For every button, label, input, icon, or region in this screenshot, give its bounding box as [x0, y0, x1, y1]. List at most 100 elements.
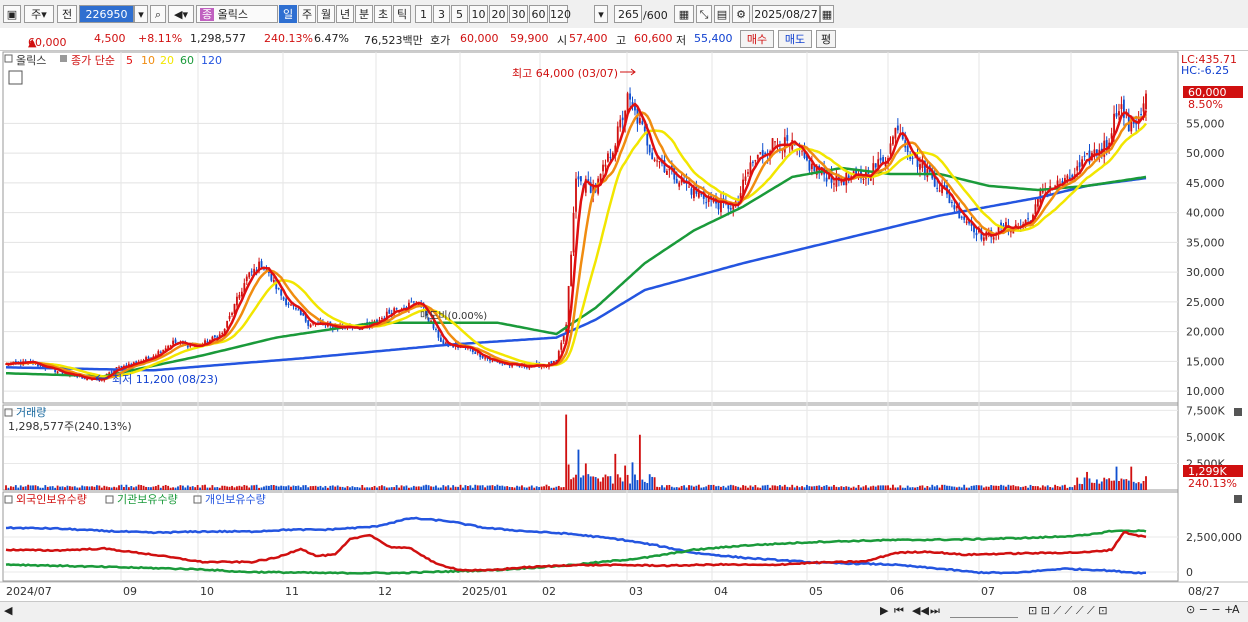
- interval-tab-3[interactable]: 년: [336, 5, 354, 23]
- volume-bar: [93, 486, 96, 490]
- volume-bar: [737, 486, 740, 490]
- high-price: 60,600: [634, 32, 673, 45]
- volume-bar: [707, 484, 710, 490]
- candle-body: [118, 366, 120, 368]
- volume-bar: [194, 487, 197, 490]
- volume-bar: [1014, 486, 1017, 490]
- candle-body: [638, 117, 641, 124]
- volume-bar: [963, 484, 966, 490]
- interval-tab-0[interactable]: 일: [279, 5, 297, 23]
- holdings-panel-close-icon: [1234, 495, 1242, 503]
- volume-bar: [179, 485, 182, 490]
- price-tick-label: 30,000: [1186, 266, 1225, 279]
- volume-bar: [157, 484, 160, 490]
- volume-bar: [292, 485, 295, 490]
- calendar-icon[interactable]: ▦: [820, 5, 834, 23]
- interval-tab-6[interactable]: 틱: [393, 5, 411, 23]
- gear-icon[interactable]: ⚙: [732, 5, 750, 23]
- zoom-slider[interactable]: [950, 604, 1018, 618]
- time-tick-label: 08: [1073, 585, 1087, 598]
- candle-body: [825, 177, 828, 182]
- drawing-tools-icon[interactable]: ⊡ ⊡ ⟋ ⟋ ⟋ ⟋ ⊡: [1028, 604, 1107, 618]
- candle-body: [889, 143, 892, 154]
- search-icon[interactable]: ⌕: [150, 5, 166, 23]
- multiplier-20[interactable]: 20: [489, 5, 508, 23]
- volume-bar: [1118, 480, 1120, 490]
- volume-bar: [199, 487, 202, 490]
- eval-button[interactable]: 평: [816, 30, 836, 48]
- volume-bar: [216, 487, 219, 490]
- bottom-scrollbar[interactable]: ◀ ▶ ⏮ ◀◀ ⏭ ⊡ ⊡ ⟋ ⟋ ⟋ ⟋ ⊡ ⊙ − − + A: [0, 601, 1248, 622]
- draw-tool-icon[interactable]: ⤡: [696, 5, 712, 23]
- volume-bar: [830, 486, 833, 490]
- jump-first-icon[interactable]: ⏮: [894, 604, 904, 618]
- sell-button[interactable]: 매도: [778, 30, 812, 48]
- price-tick-label: 50,000: [1186, 147, 1225, 160]
- interval-tab-4[interactable]: 분: [355, 5, 373, 23]
- candle-body: [221, 333, 224, 335]
- multiplier-30[interactable]: 30: [509, 5, 528, 23]
- time-tick-label: 2025/01: [462, 585, 508, 598]
- volume-bar: [1056, 486, 1059, 490]
- candle-body: [619, 119, 622, 128]
- volume-bar: [960, 487, 963, 490]
- save-icon[interactable]: ▤: [714, 5, 730, 23]
- multiplier-1[interactable]: 1: [415, 5, 432, 23]
- volume-bar: [734, 486, 737, 490]
- volume-bar: [287, 485, 290, 490]
- count-input[interactable]: 265: [614, 5, 642, 23]
- font-size-icon[interactable]: A: [1232, 603, 1240, 616]
- volume-bar: [290, 486, 292, 490]
- candle-body: [643, 126, 646, 132]
- multiplier-60[interactable]: 60: [529, 5, 548, 23]
- volume-bar: [781, 486, 784, 490]
- volume-bar: [457, 486, 459, 490]
- jump-last-icon[interactable]: ⏭: [930, 604, 940, 618]
- multiplier-3[interactable]: 3: [433, 5, 450, 23]
- volume-bar: [83, 486, 86, 490]
- stock-name: 올릭스: [217, 8, 248, 21]
- scroll-right-icon[interactable]: ▶: [880, 604, 888, 617]
- candle-body: [697, 192, 700, 198]
- volume-bar: [250, 485, 253, 490]
- interval-tab-2[interactable]: 월: [317, 5, 335, 23]
- date-input[interactable]: 2025/08/27: [752, 5, 820, 23]
- volume-bar: [81, 485, 84, 490]
- volume-bar: [137, 484, 140, 490]
- interval-tab-1[interactable]: 주: [298, 5, 316, 23]
- multiplier-dropdown-icon[interactable]: ▾: [594, 5, 608, 23]
- multiplier-120[interactable]: 120: [549, 5, 571, 23]
- scroll-left-icon[interactable]: ◀: [4, 604, 12, 617]
- multiplier-10[interactable]: 10: [469, 5, 488, 23]
- jump-prev-icon[interactable]: ◀◀: [912, 604, 929, 617]
- zoom-icons[interactable]: ⊙ − − +: [1186, 603, 1233, 616]
- sound-icon[interactable]: ◀▾: [168, 5, 194, 23]
- volume-bar: [147, 487, 150, 490]
- volume-bar: [513, 487, 516, 490]
- volume-bar: [901, 487, 904, 490]
- holdings-tick-label: 0: [1186, 566, 1193, 579]
- candle-body: [285, 298, 288, 305]
- window-icon[interactable]: ▣: [3, 5, 21, 23]
- buy-button[interactable]: 매수: [740, 30, 774, 48]
- volume-bar: [174, 487, 177, 490]
- volume-bar: [118, 485, 120, 490]
- mid-annotation: 매도비(0.00%): [420, 310, 487, 322]
- chart-settings-icon[interactable]: ▦: [674, 5, 694, 23]
- open-label: 시: [557, 34, 568, 47]
- volume-bar: [860, 487, 862, 490]
- stock-code-input[interactable]: 226950: [79, 5, 134, 23]
- candle-body: [294, 308, 297, 310]
- volume-bar: [169, 487, 172, 490]
- period-type-select[interactable]: 주▾: [24, 5, 54, 23]
- volume-bar: [368, 487, 371, 490]
- multiplier-5[interactable]: 5: [451, 5, 468, 23]
- stock-code-dropdown-icon[interactable]: ▾: [134, 5, 148, 23]
- quote-bar: 60,000 ▲ 4,500 +8.11% 1,298,577 240.13% …: [0, 28, 1248, 51]
- stock-chart[interactable]: 10,000 15,000 20,000 25,000 30,000 35,000 40,0…: [0, 50, 1248, 601]
- volume-bar: [850, 487, 853, 490]
- volume-bar: [557, 485, 560, 490]
- prev-button[interactable]: 전: [57, 5, 77, 23]
- stock-name-field[interactable]: 종 올릭스: [196, 5, 278, 23]
- interval-tab-5[interactable]: 초: [374, 5, 392, 23]
